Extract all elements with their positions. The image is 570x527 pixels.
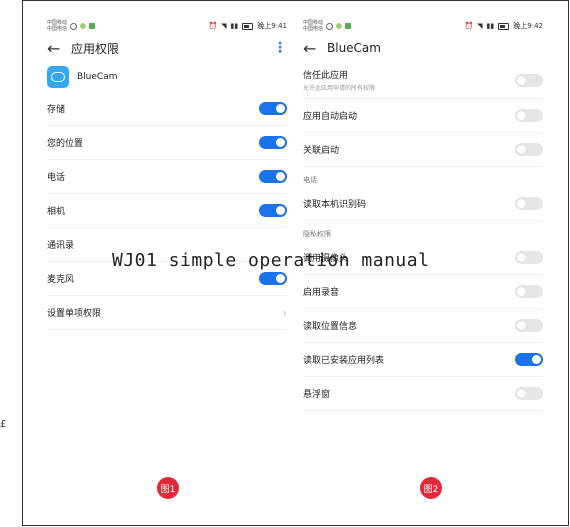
title-bar: ← BlueCam [303, 34, 543, 62]
carrier-info: 中国移动 中国电信 [303, 20, 323, 32]
setting-label: 读取已安装应用列表 [303, 356, 385, 366]
setting-row-record[interactable]: 启用录音 [303, 275, 543, 309]
setting-row-trust[interactable]: 信任此应用 允许此应用申请的所有权限 [303, 62, 543, 99]
installed-apps-toggle[interactable] [515, 353, 543, 366]
setting-label: 启用录音 [303, 288, 340, 298]
record-toggle[interactable] [515, 285, 543, 298]
permission-row-individual[interactable]: 设置单项权限 › [47, 296, 287, 330]
location-toggle[interactable] [515, 319, 543, 332]
permission-label: 电话 [47, 173, 66, 183]
figure-badge-2: 图2 [420, 477, 442, 499]
permission-row-phone[interactable]: 电话 [47, 160, 287, 194]
linked-start-toggle[interactable] [515, 143, 543, 156]
setting-label: 读取本机识别码 [303, 200, 367, 210]
camera-toggle[interactable] [515, 251, 543, 264]
clock: 晚上9:41 [257, 22, 287, 30]
carrier-2: 中国电信 [303, 26, 324, 32]
edge-mark: £ [0, 419, 7, 430]
setting-row-floating-window[interactable]: 悬浮窗 [303, 377, 543, 411]
section-header-phone: 电话 [303, 176, 317, 184]
setting-label: 悬浮窗 [303, 390, 331, 400]
page-title: 应用权限 [71, 41, 120, 56]
setting-description: 允许此应用申请的所有权限 [303, 85, 376, 92]
permission-row-location[interactable]: 您的位置 [47, 126, 287, 160]
app-notification-icon [345, 23, 352, 29]
back-arrow-icon[interactable]: ← [303, 39, 317, 58]
app-header: BlueCam [47, 62, 287, 92]
permission-label: 存储 [47, 105, 66, 115]
bluecam-app-icon [47, 66, 69, 88]
nfc-icon [326, 22, 334, 30]
screenshot-app-settings: 中国移动 中国电信 ⏰ ◥ ▮▮ 晚上9:42 ← BlueCam 信任此应用 … [303, 18, 543, 411]
brightness-icon [80, 23, 87, 29]
alarm-icon: ⏰ [464, 22, 474, 30]
phone-toggle[interactable] [259, 170, 287, 183]
back-arrow-icon[interactable]: ← [47, 39, 61, 58]
page-title: BlueCam [327, 41, 381, 55]
carrier-2: 中国电信 [47, 26, 68, 32]
permission-row-storage[interactable]: 存储 [47, 92, 287, 126]
more-options-icon[interactable]: ⋮ [273, 40, 287, 56]
clock: 晚上9:42 [513, 22, 543, 30]
permission-label: 相机 [47, 207, 66, 217]
storage-toggle[interactable] [259, 102, 287, 115]
nfc-icon [70, 22, 78, 30]
setting-label: 信任此应用 [303, 71, 349, 81]
floating-window-toggle[interactable] [515, 387, 543, 400]
setting-row-installed-apps[interactable]: 读取已安装应用列表 [303, 343, 543, 377]
setting-row-location[interactable]: 读取位置信息 [303, 309, 543, 343]
alarm-icon: ⏰ [208, 22, 218, 30]
permission-label: 麦克风 [47, 275, 75, 285]
setting-row-auto-start[interactable]: 应用自动启动 [303, 99, 543, 133]
permission-label: 设置单项权限 [47, 309, 102, 319]
trust-toggle[interactable] [515, 73, 543, 87]
signal-icon: ▮▮ [230, 22, 239, 30]
battery-icon [498, 22, 510, 30]
setting-label: 关联启动 [303, 146, 340, 156]
setting-row-linked-start[interactable]: 关联启动 [303, 133, 543, 167]
status-bar: 中国移动 中国电信 ⏰ ◥ ▮▮ 晚上9:41 [47, 18, 287, 34]
section-header-privacy: 隐私权限 [303, 230, 331, 238]
carrier-info: 中国移动 中国电信 [47, 20, 67, 32]
setting-label: 应用自动启动 [303, 112, 358, 122]
permission-label: 通讯录 [47, 241, 75, 251]
microphone-toggle[interactable] [259, 272, 287, 285]
setting-row-read-id[interactable]: 读取本机识别码 [303, 187, 543, 221]
signal-icon: ▮▮ [486, 22, 495, 30]
status-bar: 中国移动 中国电信 ⏰ ◥ ▮▮ 晚上9:42 [303, 18, 543, 34]
camera-toggle[interactable] [259, 204, 287, 217]
screenshot-app-permissions: 中国移动 中国电信 ⏰ ◥ ▮▮ 晚上9:41 ← 应用权限 ⋮ BlueCam… [47, 18, 287, 330]
read-id-toggle[interactable] [515, 197, 543, 210]
auto-start-toggle[interactable] [515, 109, 543, 122]
title-bar: ← 应用权限 ⋮ [47, 34, 287, 62]
brightness-icon [336, 23, 343, 29]
app-notification-icon [89, 23, 96, 29]
app-name: BlueCam [77, 72, 118, 82]
permission-label: 您的位置 [47, 139, 84, 149]
battery-icon [242, 22, 254, 30]
manual-title-overlay: WJ01 simple operation manual [112, 250, 430, 271]
figure-badge-1: 图1 [157, 477, 179, 499]
wifi-icon: ◥ [477, 22, 483, 30]
wifi-icon: ◥ [221, 22, 227, 30]
chevron-right-icon: › [282, 305, 287, 320]
permission-row-camera[interactable]: 相机 [47, 194, 287, 228]
location-toggle[interactable] [259, 136, 287, 149]
setting-label: 读取位置信息 [303, 322, 358, 332]
